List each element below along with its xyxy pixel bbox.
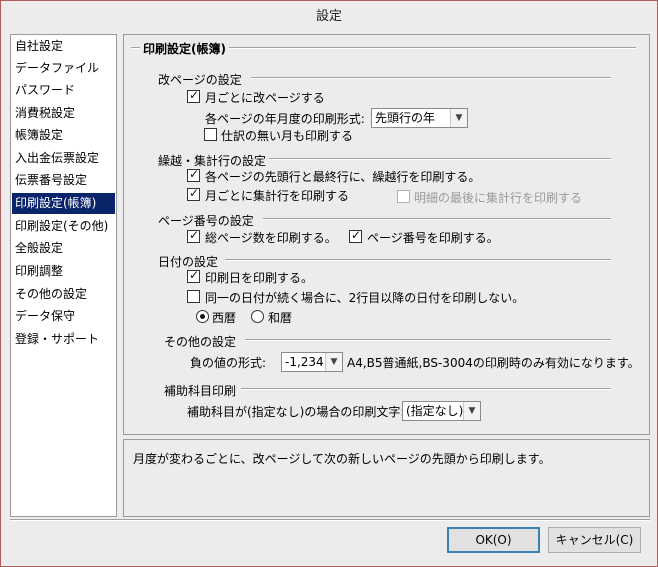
monthly-break-label: 月ごとに改ページする (205, 91, 325, 105)
sidebar-item-misc[interactable]: その他の設定 (12, 284, 115, 305)
negative-format-value: -1,234 (285, 355, 324, 369)
print-empty-month-checkbox[interactable] (204, 128, 217, 141)
same-date-label: 同一の日付が続く場合に、2行目以降の日付を印刷しない。 (205, 291, 525, 305)
chevron-down-icon: ▼ (463, 402, 480, 420)
sidebar-item-maintenance[interactable]: データ保守 (12, 306, 115, 327)
sidebar-item-datafile[interactable]: データファイル (12, 58, 115, 79)
sidebar-item-general[interactable]: 全般設定 (12, 238, 115, 259)
sidebar-item-print-ledger[interactable]: 印刷設定(帳簿) (12, 193, 115, 214)
page-break-line (251, 77, 611, 79)
page-number-checkbox[interactable] (349, 228, 362, 243)
date-line (225, 259, 611, 261)
chevron-down-icon: ▼ (450, 109, 467, 127)
chevron-down-icon: ▼ (325, 353, 342, 371)
sub-account-select[interactable]: (指定なし) ▼ (402, 401, 481, 421)
era-japanese-label: 和暦 (268, 311, 293, 325)
same-date-checkbox[interactable] (187, 290, 200, 303)
footer-divider (10, 519, 650, 521)
description-text: 月度が変わるごとに、改ページして次の新しいページの先頭から印刷します。 (133, 452, 551, 466)
sidebar-item-ledger[interactable]: 帳簿設定 (12, 125, 115, 146)
sub-account-line (241, 388, 611, 390)
detail-last-label: 明細の最後に集計行を印刷する (414, 191, 583, 205)
page-number-line (263, 218, 611, 220)
monthly-total-label: 月ごとに集計行を印刷する (205, 189, 350, 203)
format-select-value: 先頭行の年 (375, 111, 436, 125)
era-western-radio[interactable] (196, 310, 209, 323)
cancel-button[interactable]: キャンセル(C) (548, 527, 641, 553)
page-break-title: 改ページの設定 (158, 73, 242, 87)
negative-format-select[interactable]: -1,234 ▼ (281, 352, 343, 372)
negative-format-note: A4,B5普通紙,BS-3004の印刷時のみ有効になります。 (347, 356, 640, 370)
format-label: 各ページの年月度の印刷形式: (205, 112, 365, 126)
window-title: 設定 (1, 1, 657, 33)
total-pages-checkbox[interactable] (187, 228, 200, 243)
print-empty-month-label: 仕訳の無い月も印刷する (221, 129, 354, 143)
sidebar-item-tax[interactable]: 消費税設定 (12, 103, 115, 124)
sidebar-item-company[interactable]: 自社設定 (12, 36, 115, 57)
format-select[interactable]: 先頭行の年 ▼ (371, 108, 468, 128)
negative-format-label: 負の値の形式: (190, 356, 267, 370)
detail-last-checkbox[interactable] (397, 190, 410, 203)
era-japanese-radio[interactable] (251, 310, 264, 323)
page-number-title: ページ番号の設定 (158, 214, 254, 228)
other-title: その他の設定 (164, 335, 237, 349)
carryover-line (269, 158, 611, 160)
panel-title: 印刷設定(帳簿) (140, 40, 229, 57)
other-line (245, 339, 611, 341)
sidebar-item-print-adjust[interactable]: 印刷調整 (12, 261, 115, 282)
print-carry-checkbox[interactable] (187, 167, 200, 182)
monthly-total-checkbox[interactable] (187, 186, 200, 201)
sidebar-item-print-other[interactable]: 印刷設定(その他) (12, 216, 115, 237)
sub-account-label: 補助科目が(指定なし)の場合の印刷文字: (187, 405, 405, 419)
era-western-label: 西暦 (212, 311, 237, 325)
settings-window: 設定 自社設定 データファイル パスワード 消費税設定 帳簿設定 入出金伝票設定… (0, 0, 658, 567)
print-date-label: 印刷日を印刷する。 (205, 271, 314, 285)
monthly-break-checkbox[interactable] (187, 88, 200, 103)
sidebar-item-password[interactable]: パスワード (12, 80, 115, 101)
sidebar-item-voucher[interactable]: 入出金伝票設定 (12, 148, 115, 169)
print-date-checkbox[interactable] (187, 268, 200, 283)
carryover-title: 繰越・集計行の設定 (158, 154, 267, 168)
sub-account-title: 補助科目印刷 (164, 384, 237, 398)
page-number-label: ページ番号を印刷する。 (367, 231, 499, 245)
sub-account-value: (指定なし) (406, 404, 464, 418)
print-carry-label: 各ページの先頭行と最終行に、繰越行を印刷する。 (205, 170, 481, 184)
total-pages-label: 総ページ数を印刷する。 (205, 231, 337, 245)
settings-category-list[interactable]: 自社設定 データファイル パスワード 消費税設定 帳簿設定 入出金伝票設定 伝票… (10, 34, 117, 517)
sidebar-item-registration[interactable]: 登録・サポート (12, 329, 115, 350)
description-box: 月度が変わるごとに、改ページして次の新しいページの先頭から印刷します。 (123, 439, 650, 517)
sidebar-item-voucher-number[interactable]: 伝票番号設定 (12, 170, 115, 191)
date-title: 日付の設定 (158, 255, 219, 269)
ok-button[interactable]: OK(O) (447, 527, 540, 553)
